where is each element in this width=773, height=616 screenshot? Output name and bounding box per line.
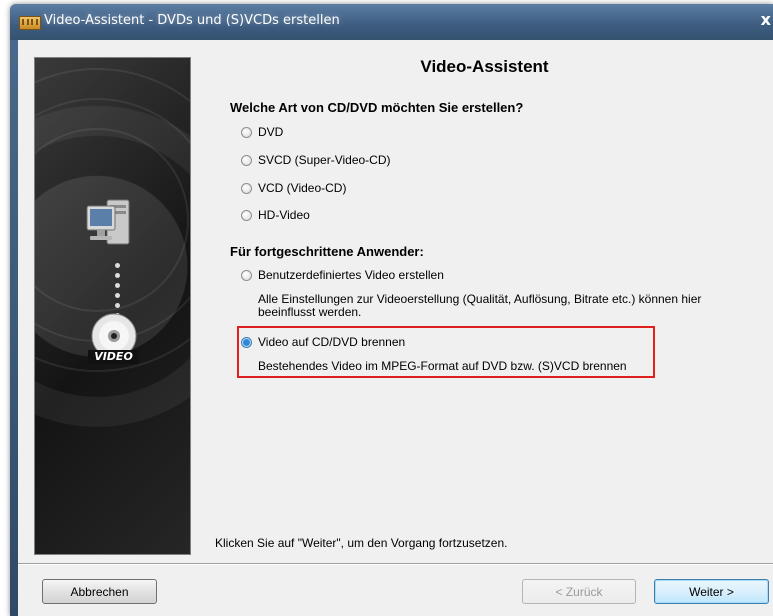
page-heading: Video-Assistent (420, 57, 549, 76)
radio-label: DVD (258, 125, 284, 139)
custom-video-description: Alle Einstellungen zur Videoerstellung (… (258, 293, 701, 319)
radio-label: Benutzerdefiniertes Video erstellen (258, 268, 444, 282)
footer-hint: Klicken Sie auf "Weiter", um den Vorgang… (215, 536, 508, 550)
section-title-disc-type: Welche Art von CD/DVD möchten Sie erstel… (230, 100, 524, 115)
film-icon (19, 16, 41, 30)
radio-circle[interactable] (241, 182, 252, 194)
dialog-window: Video-Assistent - DVDs und (S)VCDs erste… (10, 4, 773, 616)
section-title-advanced: Für fortgeschrittene Anwender: (230, 244, 424, 259)
description-line: beeinflusst werden. (258, 305, 362, 319)
radio-label: HD-Video (258, 208, 310, 222)
radio-hd-video[interactable]: HD-Video (241, 208, 310, 222)
close-icon[interactable]: x (761, 10, 771, 29)
radio-svcd[interactable]: SVCD (Super-Video-CD) (241, 153, 391, 167)
title-bar[interactable]: Video-Assistent - DVDs und (S)VCDs erste… (10, 4, 773, 40)
radio-vcd[interactable]: VCD (Video-CD) (241, 181, 346, 195)
radio-label: SVCD (Super-Video-CD) (258, 153, 391, 167)
back-button[interactable]: < Zurück (522, 579, 636, 604)
video-badge: VIDEO (88, 350, 139, 364)
radio-dvd[interactable]: DVD (241, 125, 283, 139)
highlight-box (237, 326, 655, 378)
next-button[interactable]: Weiter > (654, 579, 769, 604)
radio-circle[interactable] (241, 209, 252, 221)
radio-circle[interactable] (241, 154, 252, 166)
cancel-button[interactable]: Abbrechen (42, 579, 157, 604)
radio-custom-video[interactable]: Benutzerdefiniertes Video erstellen (241, 268, 444, 282)
radio-label: VCD (Video-CD) (258, 181, 347, 195)
radio-circle[interactable] (241, 269, 252, 281)
dialog-client-area: VIDEO Video-Assistent Welche Art von CD/… (18, 40, 773, 616)
separator (18, 563, 773, 564)
window-title: Video-Assistent - DVDs und (S)VCDs erste… (44, 13, 340, 28)
computer-icon (86, 199, 130, 245)
radio-circle[interactable] (241, 126, 252, 138)
side-illustration: VIDEO (34, 57, 191, 555)
